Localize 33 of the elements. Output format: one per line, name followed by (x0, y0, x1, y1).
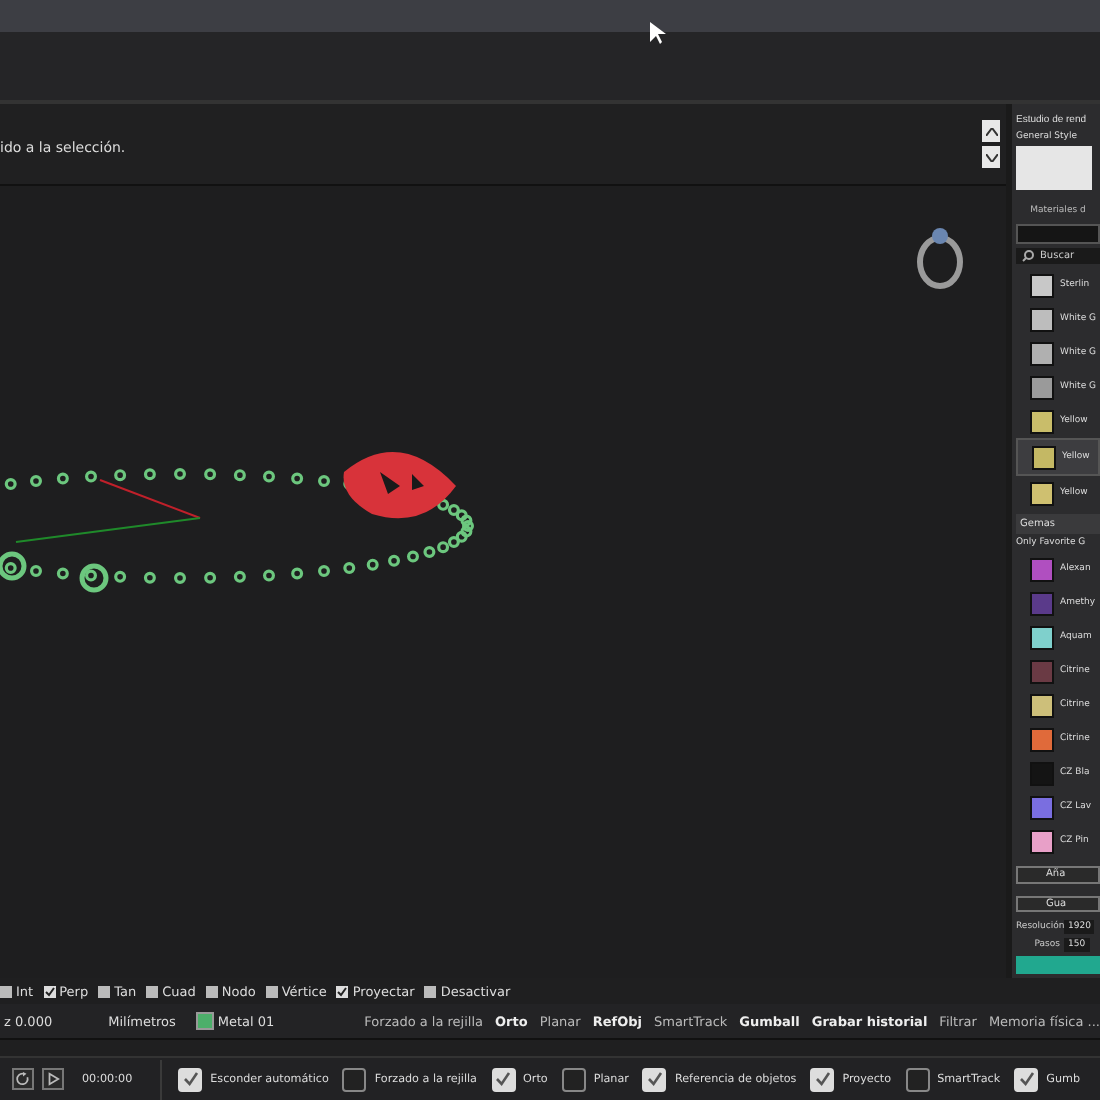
osnap-checkbox[interactable] (146, 985, 159, 997)
osnap-checkbox[interactable] (0, 985, 12, 997)
option-checkbox[interactable] (561, 1067, 586, 1091)
ring-preview-thumbnail[interactable] (1016, 146, 1092, 190)
osnap-checkbox[interactable] (424, 985, 437, 997)
checkmark-icon (181, 1070, 200, 1088)
chevron-up-icon (985, 127, 997, 135)
refresh-icon (16, 1072, 30, 1086)
checkmark-icon (494, 1070, 512, 1088)
chevron-down-icon (985, 153, 997, 161)
layer-color-swatch (195, 1012, 214, 1030)
pendant-drawing (343, 452, 456, 519)
osnap-checkbox[interactable] (265, 985, 278, 997)
search-icon (1022, 249, 1034, 262)
play-icon (46, 1072, 60, 1086)
scroll-down-button[interactable] (982, 146, 1000, 168)
play-button[interactable] (42, 1068, 64, 1090)
checkmark-icon (645, 1070, 664, 1088)
option-checkbox[interactable] (905, 1067, 930, 1091)
scroll-up-button[interactable] (982, 120, 1000, 142)
osnap-checkbox[interactable] (336, 985, 349, 997)
osnap-checkbox[interactable] (98, 985, 111, 997)
checkmark-icon (336, 985, 349, 997)
option-checkbox[interactable] (342, 1067, 367, 1091)
refresh-button[interactable] (12, 1068, 34, 1090)
checkmark-icon (1017, 1070, 1036, 1088)
checkmark-icon (43, 985, 56, 997)
osnap-checkbox[interactable] (43, 985, 56, 997)
ring-icon (917, 228, 963, 289)
osnap-checkbox[interactable] (205, 985, 218, 997)
cursor-icon (650, 22, 666, 44)
materials-dropdown[interactable] (1016, 223, 1100, 244)
checkmark-icon (813, 1070, 832, 1088)
